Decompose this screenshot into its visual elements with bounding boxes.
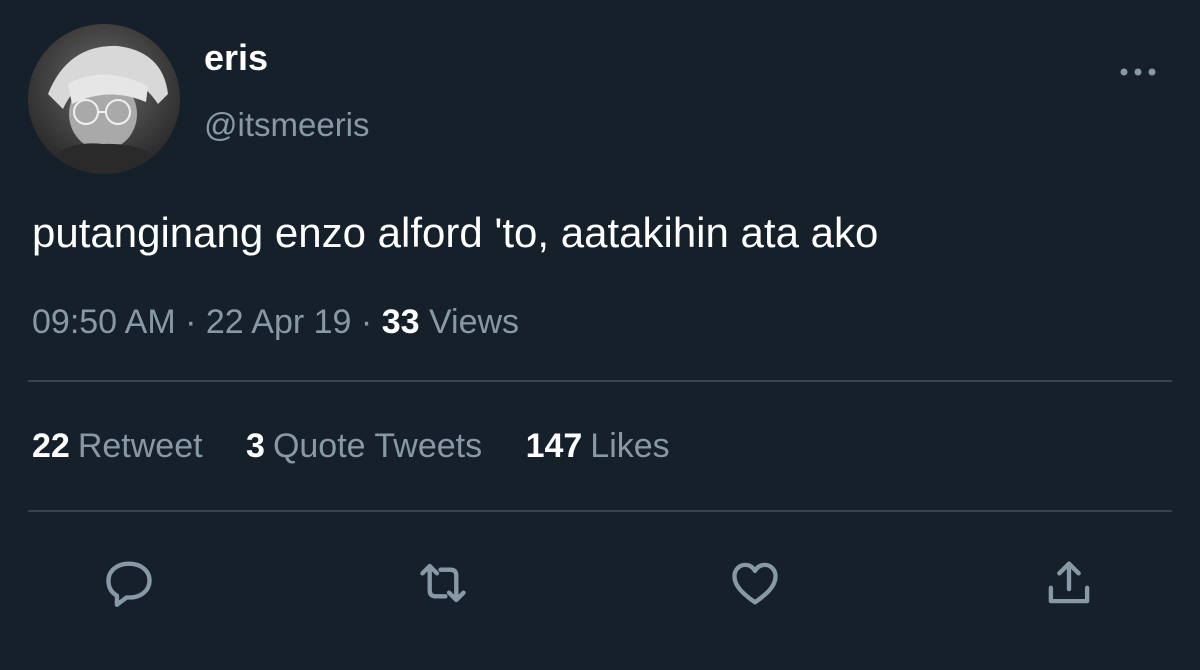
likes-count: 147: [525, 427, 583, 465]
quote-tweets-stat[interactable]: 3 Quote Tweets: [246, 426, 482, 467]
retweet-icon[interactable]: [414, 554, 472, 612]
divider: [28, 380, 1172, 382]
tweet-date[interactable]: 22 Apr 19: [206, 303, 352, 341]
retweets-label: Retweet: [77, 427, 203, 465]
share-icon[interactable]: [1040, 554, 1098, 612]
quote-tweets-label: Quote Tweets: [272, 427, 483, 465]
heart-icon[interactable]: [726, 554, 784, 612]
tweet-stats: 22 Retweet 3 Quote Tweets 147 Likes: [32, 426, 704, 467]
likes-label: Likes: [590, 427, 670, 465]
likes-stat[interactable]: 147 Likes: [526, 426, 670, 467]
avatar-photo: [28, 24, 180, 174]
tweet-time[interactable]: 09:50 AM: [32, 303, 176, 341]
tweet-card: eris @itsmeeris putanginang enzo alford …: [0, 0, 1200, 670]
user-handle[interactable]: @itsmeeris: [204, 108, 370, 141]
meta-separator: ·: [185, 303, 197, 341]
avatar[interactable]: [28, 24, 180, 174]
more-options-icon[interactable]: [1118, 62, 1158, 82]
retweets-count: 22: [32, 427, 70, 465]
meta-separator: ·: [360, 303, 373, 341]
quote-tweets-count: 3: [246, 427, 265, 465]
tweet-meta: 09:50 AM · 22 Apr 19 · 33 Views: [32, 302, 519, 343]
reply-icon[interactable]: [100, 554, 158, 612]
views-count: 33: [381, 303, 420, 341]
views-label: Views: [428, 303, 520, 341]
tweet-text: putanginang enzo alford 'to, aatakihin a…: [32, 209, 879, 256]
divider: [28, 510, 1172, 512]
display-name[interactable]: eris: [204, 40, 268, 76]
retweets-stat[interactable]: 22 Retweet: [32, 426, 203, 467]
